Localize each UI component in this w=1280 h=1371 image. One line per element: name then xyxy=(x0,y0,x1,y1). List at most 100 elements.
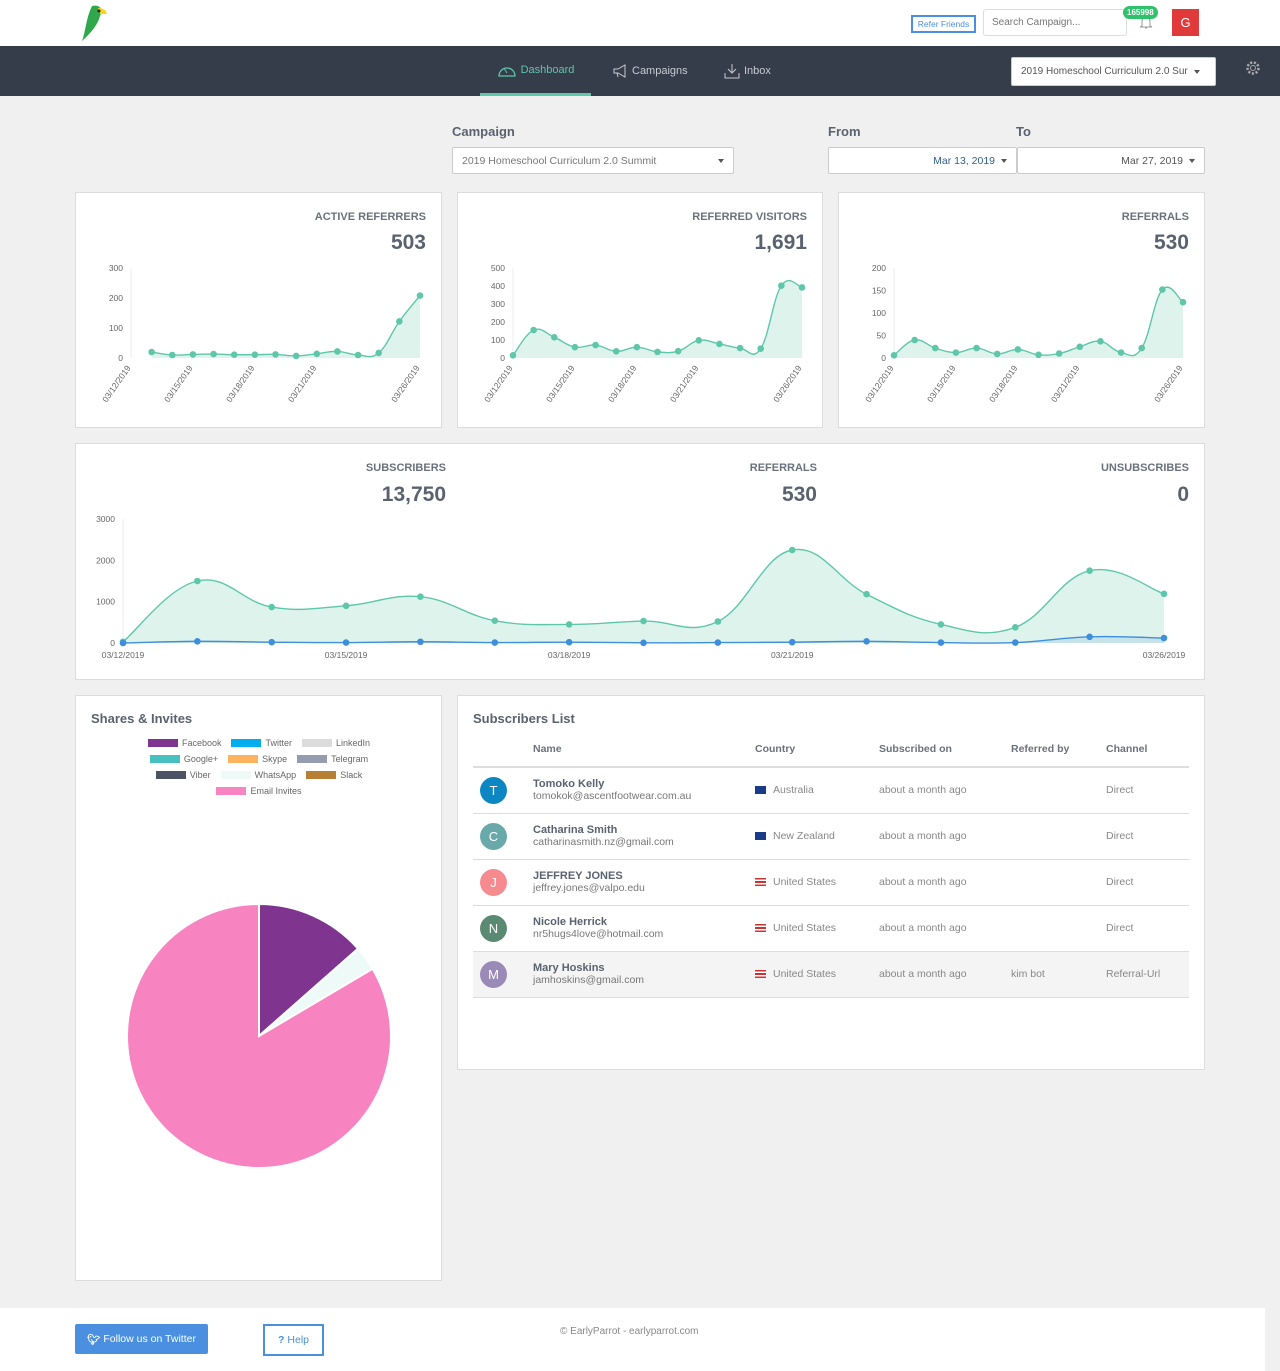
x-tick-label: 03/26/2019 xyxy=(771,363,804,404)
x-tick-label: 03/18/2019 xyxy=(548,650,591,660)
y-tick-label: 400 xyxy=(491,281,505,291)
x-tick-label: 03/12/2019 xyxy=(863,363,896,404)
data-point xyxy=(1014,346,1022,353)
data-point xyxy=(640,639,647,647)
y-tick-label: 100 xyxy=(872,308,886,318)
refer-friends-button[interactable]: Refer Friends xyxy=(911,15,976,33)
data-point xyxy=(612,348,620,355)
y-tick-label: 2000 xyxy=(96,555,115,565)
data-point xyxy=(788,546,796,554)
data-point xyxy=(1160,634,1168,642)
channel: Direct xyxy=(1106,905,1189,952)
data-point xyxy=(509,352,517,359)
user-avatar[interactable]: G xyxy=(1172,9,1199,36)
data-point xyxy=(1179,298,1187,306)
data-point xyxy=(592,341,599,349)
twitter-icon: 🐦︎ xyxy=(87,1333,101,1346)
data-point xyxy=(550,334,558,341)
referred-by: kim bot xyxy=(1011,951,1106,998)
x-tick-label: 03/12/2019 xyxy=(100,363,133,404)
data-point xyxy=(194,577,201,585)
search-campaign-input[interactable] xyxy=(983,9,1127,36)
table-row[interactable]: J JEFFREY JONES jeffrey.jones@valpo.edu U… xyxy=(473,859,1189,906)
campaign-switcher[interactable]: 2019 Homeschool Curriculum 2.0 Sur xyxy=(1011,57,1216,86)
subscriber-name[interactable]: Tomoko Kelly xyxy=(533,778,755,790)
flag-icon xyxy=(755,832,766,841)
table-row[interactable]: N Nicole Herrick nr5hugs4love@hotmail.com… xyxy=(473,905,1189,952)
col-channel: Channel xyxy=(1106,732,1189,768)
subscriber-name[interactable]: Mary Hoskins xyxy=(533,962,755,974)
follow-twitter-button[interactable]: 🐦︎ Follow us on Twitter xyxy=(75,1324,208,1354)
nav-campaigns[interactable]: Campaigns xyxy=(613,46,688,96)
follow-twitter-label: Follow us on Twitter xyxy=(103,1333,196,1345)
series-line xyxy=(151,295,421,358)
data-point xyxy=(640,617,647,625)
x-tick-label: 03/26/2019 xyxy=(389,363,422,404)
referred-by xyxy=(1011,905,1106,952)
channel: Direct xyxy=(1106,813,1189,860)
data-point xyxy=(1086,633,1093,641)
y-tick-label: 100 xyxy=(109,323,123,333)
table-row[interactable]: T Tomoko Kelly tomokok@ascentfootwear.com… xyxy=(473,767,1189,814)
country: New Zealand xyxy=(773,830,835,842)
data-point xyxy=(416,292,424,299)
table-row[interactable]: M Mary Hoskins jamhoskins@gmail.com Unite… xyxy=(473,951,1189,998)
referrals-card: REFERRALS 530 200 150 100 50 0 03/12/2019 03/1… xyxy=(838,192,1205,428)
nav-inbox[interactable]: Inbox xyxy=(724,46,771,96)
subscribed-on: about a month ago xyxy=(879,767,1011,814)
series-line xyxy=(893,286,1184,357)
data-point xyxy=(1159,286,1166,293)
country: United States xyxy=(773,968,837,980)
to-date-picker[interactable]: Mar 27, 2019 xyxy=(1017,147,1205,174)
data-point xyxy=(1138,344,1146,352)
active-referrers-chart: 300 200 100 003/12/2019 03/15/2019 03/18/2019… xyxy=(100,263,424,404)
data-point xyxy=(716,340,723,348)
data-point xyxy=(342,602,350,610)
notification-badge: 165998 xyxy=(1123,6,1158,19)
gear-icon[interactable] xyxy=(1245,60,1261,76)
series-area xyxy=(151,295,420,358)
channel: Referral-Url xyxy=(1106,951,1189,998)
y-tick-label: 0 xyxy=(110,638,115,648)
channel: Direct xyxy=(1106,859,1189,906)
nav-dashboard[interactable]: Dashboard xyxy=(480,46,591,96)
avatar: M xyxy=(480,960,507,988)
data-point xyxy=(491,617,499,624)
main-nav: Dashboard Campaigns Inbox 2019 Homeschoo… xyxy=(0,46,1280,96)
channel: Direct xyxy=(1106,767,1189,814)
y-tick-label: 0 xyxy=(881,353,886,363)
nav-inbox-label: Inbox xyxy=(744,65,771,77)
data-point xyxy=(251,351,259,358)
data-point xyxy=(334,348,341,355)
table-row[interactable]: C Catharina Smith catharinasmith.nz@gmail… xyxy=(473,813,1189,860)
nav-dashboard-label: Dashboard xyxy=(520,63,575,76)
subscriber-name[interactable]: Nicole Herrick xyxy=(533,916,755,928)
data-point xyxy=(417,593,424,601)
subscriber-email: tomokok@ascentfootwear.com.au xyxy=(533,790,692,803)
data-point xyxy=(194,638,201,645)
flag-icon xyxy=(755,878,766,887)
data-point xyxy=(863,638,870,645)
data-point xyxy=(993,350,1001,358)
x-tick-label: 03/18/2019 xyxy=(224,363,257,404)
dashboard-icon xyxy=(497,66,516,77)
from-date-picker[interactable]: Mar 13, 2019 xyxy=(828,147,1017,174)
parrot-logo[interactable] xyxy=(78,4,110,42)
avatar: T xyxy=(480,776,507,804)
y-tick-label: 100 xyxy=(491,335,505,345)
campaign-select[interactable]: 2019 Homeschool Curriculum 2.0 Summit xyxy=(452,147,734,174)
data-point xyxy=(571,343,579,351)
y-tick-label: 300 xyxy=(109,263,123,273)
y-tick-label: 200 xyxy=(109,293,123,303)
subscriber-name[interactable]: Catharina Smith xyxy=(533,824,755,836)
data-point xyxy=(1011,623,1019,631)
help-button[interactable]: ? Help xyxy=(263,1324,324,1356)
country: United States xyxy=(773,922,837,934)
data-point xyxy=(375,349,383,357)
data-point xyxy=(863,590,870,598)
data-point xyxy=(973,344,980,352)
data-point xyxy=(168,351,176,359)
flag-icon xyxy=(755,786,766,795)
subscriber-email: catharinasmith.nz@gmail.com xyxy=(533,836,674,848)
subscriber-name[interactable]: JEFFREY JONES xyxy=(533,870,755,882)
